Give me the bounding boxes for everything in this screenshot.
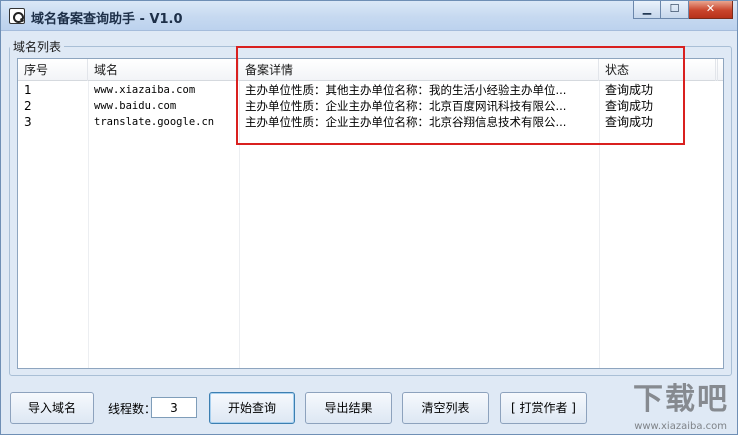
magnifier-app-icon bbox=[9, 8, 25, 24]
import-domains-button[interactable]: 导入域名 bbox=[10, 392, 94, 424]
export-results-button[interactable]: 导出结果 bbox=[305, 392, 392, 424]
domain-list-view[interactable]: 序号 域名 备案详情 状态 1 www.xiazaiba.com 主办单位性质：… bbox=[17, 58, 724, 369]
header-scroll-spacer bbox=[717, 59, 723, 81]
title-bar[interactable]: 域名备案查询助手 - V1.0 ▁ ☐ ✕ bbox=[1, 1, 737, 31]
row-status: 查询成功 bbox=[605, 83, 654, 97]
row-domain: www.baidu.com bbox=[94, 100, 177, 112]
window-controls: ▁ ☐ ✕ bbox=[633, 1, 733, 21]
site-watermark-url: www.xiazaiba.com bbox=[634, 421, 727, 432]
column-header-detail[interactable]: 备案详情 bbox=[239, 59, 599, 81]
row-domain: www.xiazaiba.com bbox=[94, 84, 196, 96]
table-row[interactable]: 1 www.xiazaiba.com 主办单位性质：其他主办单位名称：我的生活小… bbox=[18, 82, 723, 98]
table-row[interactable]: 3 translate.google.cn 主办单位性质：企业主办单位名称：北京… bbox=[18, 114, 723, 130]
donate-author-button[interactable]: [ 打赏作者 ] bbox=[500, 392, 587, 424]
app-window: 域名备案查询助手 - V1.0 ▁ ☐ ✕ 域名列表 序号 域名 备案详情 状态… bbox=[0, 0, 738, 435]
list-header: 序号 域名 备案详情 状态 bbox=[18, 59, 723, 81]
row-index: 3 bbox=[24, 115, 32, 129]
row-detail: 主办单位性质：企业主办单位名称：北京谷翔信息技术有限公... bbox=[245, 115, 567, 129]
group-legend: 域名列表 bbox=[10, 38, 65, 55]
site-watermark: 下载吧 bbox=[633, 382, 729, 417]
maximize-button[interactable]: ☐ bbox=[661, 1, 689, 19]
column-header-status[interactable]: 状态 bbox=[599, 59, 716, 81]
row-status: 查询成功 bbox=[605, 115, 654, 129]
column-header-index[interactable]: 序号 bbox=[18, 59, 88, 81]
thread-count-label: 线程数： bbox=[108, 402, 157, 416]
clear-list-button[interactable]: 清空列表 bbox=[402, 392, 489, 424]
row-detail: 主办单位性质：其他主办单位名称：我的生活小经验主办单位... bbox=[245, 83, 567, 97]
row-index: 2 bbox=[24, 99, 32, 113]
row-index: 1 bbox=[24, 83, 32, 97]
table-row[interactable]: 2 www.baidu.com 主办单位性质：企业主办单位名称：北京百度网讯科技… bbox=[18, 98, 723, 114]
column-header-domain[interactable]: 域名 bbox=[88, 59, 239, 81]
row-domain: translate.google.cn bbox=[94, 116, 215, 128]
minimize-button[interactable]: ▁ bbox=[633, 1, 661, 19]
start-query-button[interactable]: 开始查询 bbox=[209, 392, 295, 424]
row-status: 查询成功 bbox=[605, 99, 654, 113]
thread-count-input[interactable] bbox=[151, 397, 197, 418]
row-detail: 主办单位性质：企业主办单位名称：北京百度网讯科技有限公... bbox=[245, 99, 567, 113]
close-button[interactable]: ✕ bbox=[689, 1, 733, 19]
window-title: 域名备案查询助手 - V1.0 bbox=[31, 12, 183, 27]
list-rows: 1 www.xiazaiba.com 主办单位性质：其他主办单位名称：我的生活小… bbox=[18, 82, 723, 130]
